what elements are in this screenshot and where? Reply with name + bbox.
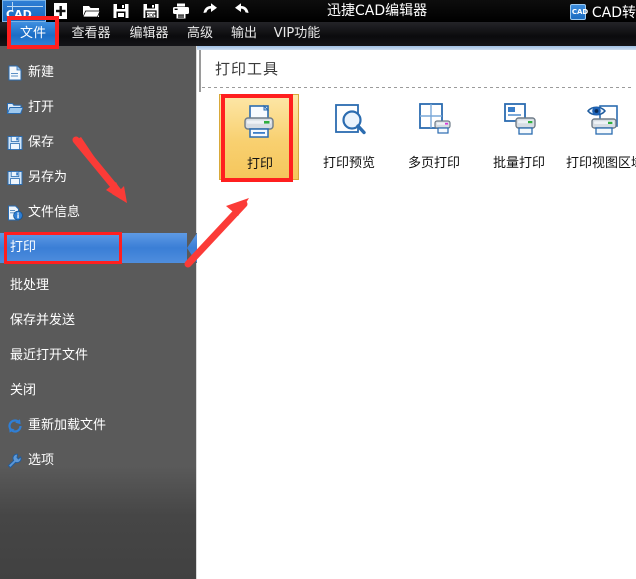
tool-batch-print[interactable]: 批量打印 (477, 94, 561, 182)
print-tool-highlight-box (221, 94, 293, 182)
svg-text:PDF: PDF (146, 13, 156, 19)
tab-editor[interactable]: 编辑器 (120, 22, 178, 46)
sidebar-item-recent-files[interactable]: 最近打开文件 (0, 341, 197, 371)
tool-label: 打印视图区域 (565, 156, 636, 171)
floppy-saveas-icon (7, 170, 23, 186)
file-menu-sidebar: 新建 打开 保存 另存为 文件信息 打印 批处理 保存并发送 最近打开文件 关闭… (0, 46, 197, 579)
sidebar-item-label: 批处理 (10, 278, 50, 293)
print-preview-icon (327, 100, 371, 144)
open-folder-icon (7, 100, 23, 116)
tool-label: 批量打印 (492, 156, 545, 171)
save-as-pdf-icon[interactable]: PDF (142, 2, 160, 20)
floppy-save-icon (7, 135, 23, 151)
ribbon-tab-bar: 文件 查看器 编辑器 高级 输出 VIP功能 (0, 22, 636, 46)
sidebar-item-label: 打开 (28, 100, 55, 115)
print-tail-notch (187, 233, 197, 263)
sidebar-item-label: 文件信息 (28, 205, 81, 220)
sidebar-item-label: 关闭 (10, 383, 37, 398)
print-view-area-icon (583, 100, 627, 144)
panel-left-rule (199, 50, 201, 92)
wrench-options-icon (7, 453, 23, 469)
redo-arrow-icon[interactable] (232, 2, 250, 20)
open-folder-icon[interactable] (82, 2, 100, 20)
page-title: 打印工具 (215, 60, 280, 78)
file-info-icon (7, 205, 23, 221)
sidebar-item-label: 最近打开文件 (10, 348, 89, 363)
save-floppy-icon[interactable] (112, 2, 130, 20)
title-bar: CAD PDF 迅捷CAD编辑器 CAD CAD转 (0, 0, 636, 22)
tool-label: 打印预览 (322, 156, 375, 171)
tool-label: 多页打印 (407, 156, 460, 171)
panel-divider (202, 87, 632, 88)
sidebar-item-label: 新建 (28, 65, 55, 80)
sidebar-item-save-as[interactable]: 另存为 (0, 163, 197, 193)
tab-advanced[interactable]: 高级 (178, 22, 222, 46)
tool-print-view-area[interactable]: 打印视图区域 (560, 94, 636, 182)
cad-badge-icon: CAD (569, 4, 588, 20)
sidebar-item-label: 保存 (28, 135, 55, 150)
sidebar-item-reload-file[interactable]: 重新加载文件 (0, 411, 197, 441)
sidebar-item-print-tail (166, 233, 197, 263)
multipage-print-icon (412, 100, 456, 144)
sidebar-item-label: 保存并发送 (10, 313, 76, 328)
print-menu-item-highlight-box (4, 232, 122, 264)
sidebar-item-save[interactable]: 保存 (0, 128, 197, 158)
sidebar-item-new[interactable]: 新建 (0, 58, 197, 88)
window-title: 迅捷CAD编辑器 (327, 3, 428, 19)
reload-file-icon (7, 418, 23, 434)
print-icon[interactable] (172, 2, 190, 20)
tab-viewer[interactable]: 查看器 (62, 22, 120, 46)
sidebar-item-close[interactable]: 关闭 (0, 376, 197, 406)
sidebar-item-batch-process[interactable]: 批处理 (0, 271, 197, 301)
sidebar-item-save-and-send[interactable]: 保存并发送 (0, 306, 197, 336)
sidebar-item-file-info[interactable]: 文件信息 (0, 198, 197, 228)
undo-arrow-icon[interactable] (202, 2, 220, 20)
new-document-icon (7, 65, 23, 81)
file-tab-highlight-box (7, 16, 59, 49)
sidebar-item-label: 重新加载文件 (28, 418, 107, 433)
panel-top-strip (197, 46, 636, 50)
sidebar-item-label: 选项 (28, 453, 55, 468)
sidebar-item-open[interactable]: 打开 (0, 93, 197, 123)
right-product-label[interactable]: CAD CAD转 (569, 2, 636, 21)
batch-print-icon (497, 100, 541, 144)
sidebar-item-label: 另存为 (28, 170, 68, 185)
tool-print-preview[interactable]: 打印预览 (307, 94, 391, 182)
right-product-text: CAD转 (591, 5, 636, 21)
tab-output[interactable]: 输出 (222, 22, 266, 46)
sidebar-item-options[interactable]: 选项 (0, 446, 197, 476)
tab-vip[interactable]: VIP功能 (266, 22, 328, 46)
tool-multipage-print[interactable]: 多页打印 (392, 94, 476, 182)
